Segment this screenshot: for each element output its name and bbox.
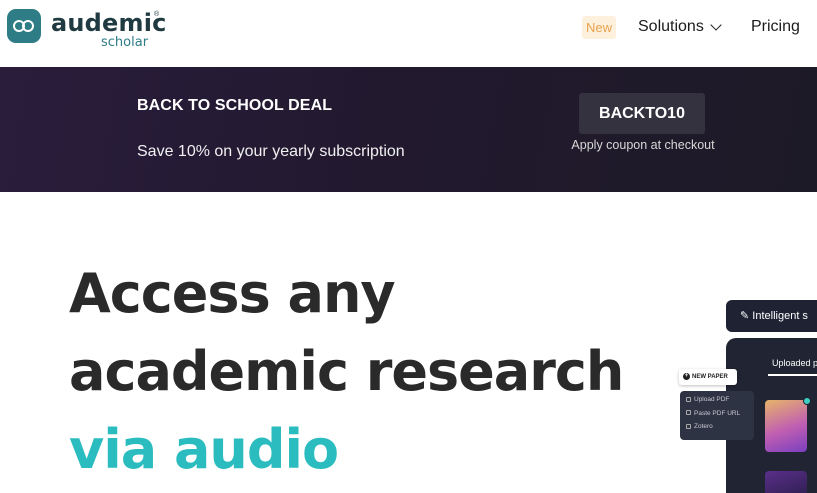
nav-solutions-label: Solutions bbox=[638, 18, 704, 35]
file-icon bbox=[686, 396, 691, 402]
link-icon bbox=[686, 410, 691, 416]
nav-pricing-link[interactable]: Pricing bbox=[751, 18, 800, 36]
hero-heading-line-1: Access any bbox=[69, 262, 396, 325]
plus-icon: + bbox=[683, 372, 690, 380]
top-nav: audemic ® scholar New Solutions Pricing bbox=[0, 0, 817, 67]
promo-banner: BACK TO SCHOOL DEAL Save 10% on your yea… bbox=[0, 67, 817, 192]
paper-cover-thumbnail bbox=[765, 400, 807, 452]
paper-cover-thumbnail bbox=[765, 471, 807, 493]
zotero-icon bbox=[686, 423, 691, 429]
menu-item-paste-url: Paste PDF URL bbox=[686, 410, 754, 424]
registered-mark: ® bbox=[154, 11, 160, 18]
magic-wand-icon: ✎ bbox=[740, 310, 750, 322]
nav-solutions-menu[interactable]: Solutions bbox=[638, 18, 722, 36]
uploaded-papers-tab: Uploaded pa bbox=[772, 358, 817, 368]
new-paper-button: + NEW PAPER bbox=[679, 369, 737, 385]
brand-name: audemic bbox=[51, 9, 167, 37]
menu-item-zotero: Zotero bbox=[686, 423, 754, 437]
audemic-logo-icon bbox=[7, 9, 41, 43]
promo-title: BACK TO SCHOOL DEAL bbox=[137, 97, 333, 114]
coupon-note: Apply coupon at checkout bbox=[571, 138, 715, 152]
new-paper-label: NEW PAPER bbox=[692, 374, 728, 380]
chevron-down-icon bbox=[710, 18, 722, 31]
new-paper-menu: Upload PDF Paste PDF URL Zotero bbox=[680, 391, 754, 440]
promo-subtitle: Save 10% on your yearly subscription bbox=[137, 143, 405, 160]
hero-heading-accent: via audio bbox=[69, 418, 339, 481]
pill-label: Intelligent s bbox=[752, 310, 808, 322]
intelligent-summary-pill: ✎ Intelligent s bbox=[726, 300, 817, 332]
status-dot bbox=[803, 397, 811, 405]
tab-underline bbox=[768, 374, 817, 376]
new-badge: New bbox=[582, 16, 617, 39]
hero-heading-line-2: academic research bbox=[69, 340, 624, 403]
coupon-code-button[interactable]: BACKTO10 bbox=[579, 93, 705, 134]
brand-subtitle: scholar bbox=[101, 35, 149, 50]
brand-logo[interactable]: audemic ® scholar bbox=[7, 9, 166, 50]
menu-item-upload-pdf: Upload PDF bbox=[686, 396, 754, 410]
